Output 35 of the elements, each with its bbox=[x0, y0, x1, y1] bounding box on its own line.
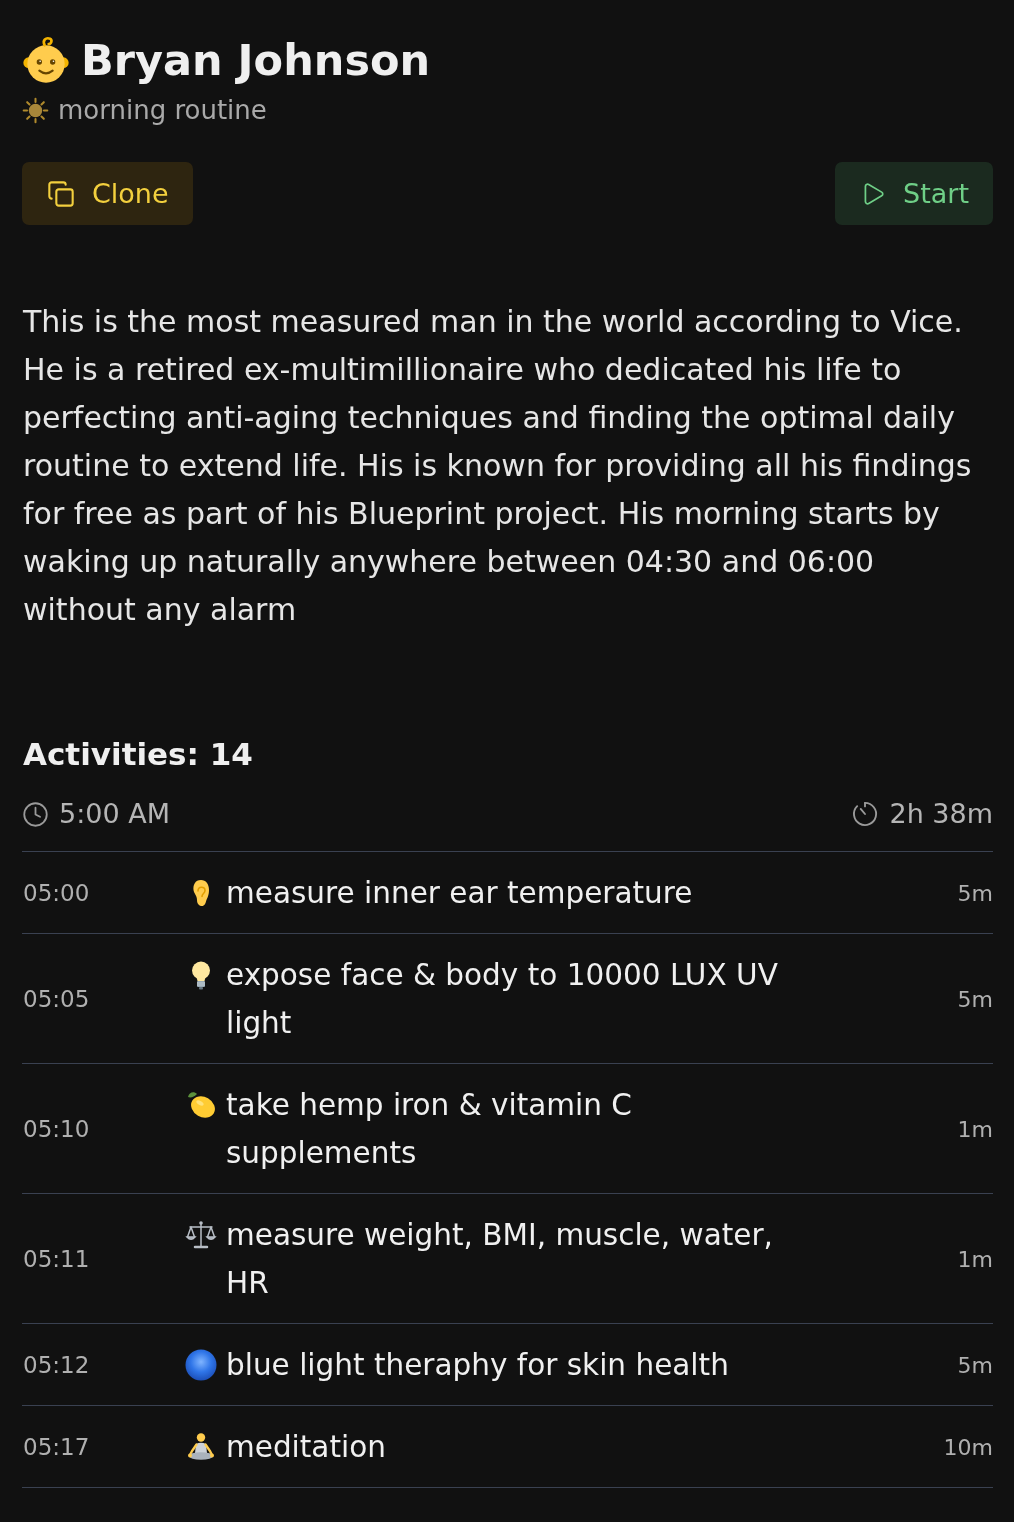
activity-time: 05:10 bbox=[23, 1116, 90, 1142]
activity-duration: 1m bbox=[957, 1246, 993, 1272]
page-title: Bryan Johnson bbox=[81, 34, 431, 86]
activity-duration: 1m bbox=[957, 1116, 993, 1142]
start-time: 5:00 AM bbox=[59, 797, 170, 831]
start-button[interactable]: Start bbox=[835, 162, 993, 225]
activity-time: 05:00 bbox=[23, 880, 90, 906]
meditating-person-icon bbox=[185, 1431, 217, 1463]
activities-heading: Activities: 14 bbox=[23, 735, 254, 774]
total-duration: 2h 38m bbox=[889, 797, 993, 831]
activity-title: meditation bbox=[226, 1429, 387, 1466]
sun-icon bbox=[22, 96, 49, 124]
baby-face-icon bbox=[22, 36, 70, 84]
activity-time: 05:11 bbox=[23, 1246, 90, 1272]
activity-duration: 5m bbox=[957, 986, 993, 1012]
copy-icon bbox=[47, 179, 75, 208]
timer-icon bbox=[851, 800, 880, 828]
activity-duration: 5m bbox=[957, 1352, 993, 1378]
activity-time: 05:17 bbox=[23, 1434, 90, 1460]
activity-time: 05:12 bbox=[23, 1352, 90, 1378]
circle-icon bbox=[185, 1349, 217, 1381]
activity-title: blue light theraphy for skin health bbox=[226, 1347, 730, 1384]
activity-title: measure inner ear temperature bbox=[226, 875, 694, 912]
activity-time: 05:05 bbox=[23, 986, 90, 1012]
lemon-icon bbox=[185, 1089, 217, 1121]
activity-title: expose face & body to 10000 LUX UV light bbox=[226, 957, 779, 1042]
activity-title: measure weight, BMI, muscle, water, HR bbox=[226, 1217, 774, 1302]
clone-button[interactable]: Clone bbox=[22, 162, 193, 225]
routine-subtitle: morning routine bbox=[58, 94, 267, 127]
activity-duration: 10m bbox=[943, 1434, 993, 1460]
scales-icon bbox=[185, 1219, 217, 1251]
clock-icon bbox=[22, 800, 49, 828]
activity-duration: 5m bbox=[957, 880, 993, 906]
description-text: This is the most measured man in the world according to Vice. He is a retired ex-multimillionaire who dedicated his life to perfecting anti-aging techniques and finding the optimal daily routine to extend life. His is known for providing all his findings for free as part of his Blueprint project. His morning starts by waking up naturally anywhere between 04:30 and 06:00 without any alarm bbox=[23, 303, 973, 629]
activity-title: take hemp iron & vitamin C supplements bbox=[226, 1087, 633, 1172]
